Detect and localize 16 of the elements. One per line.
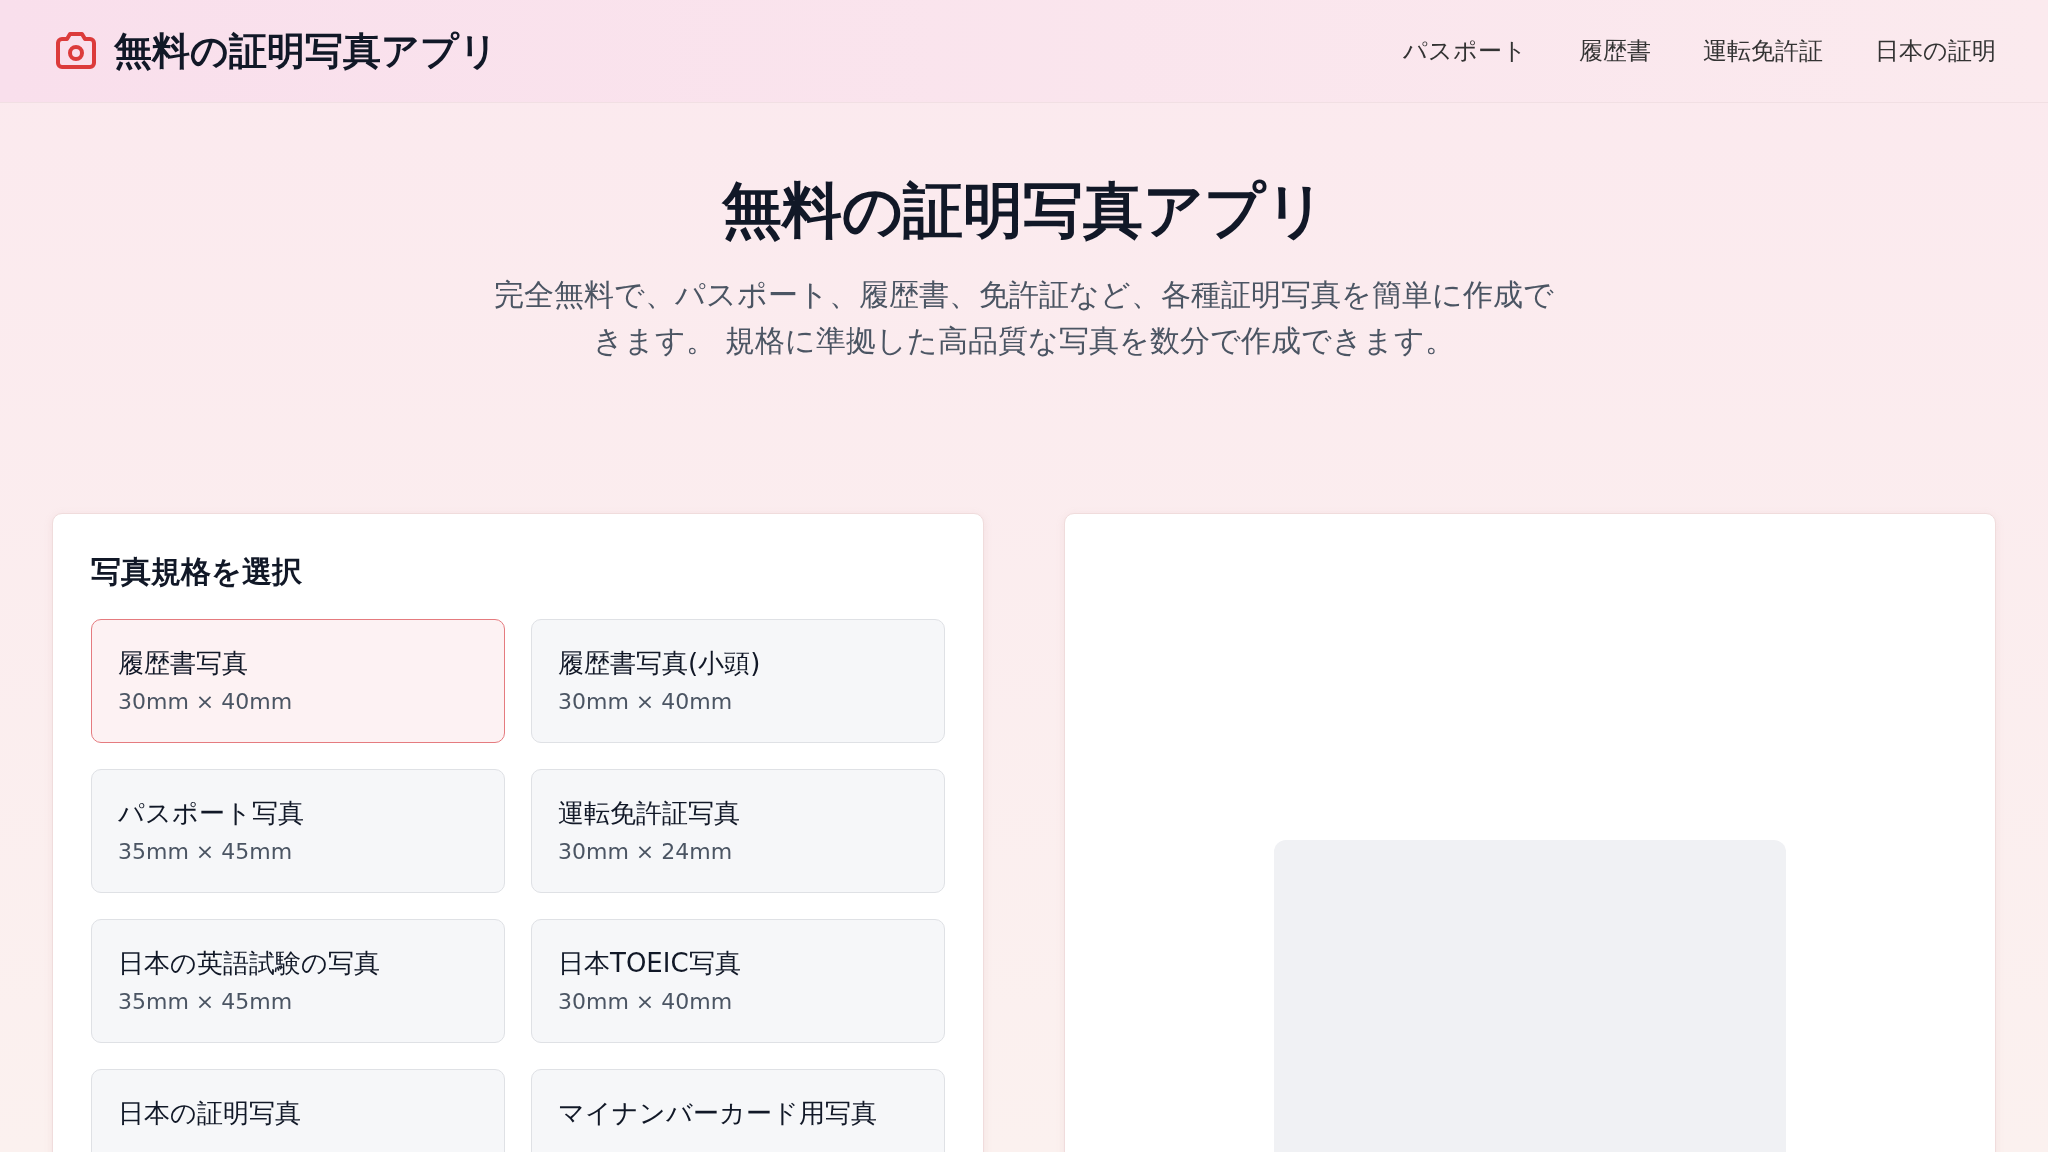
nav-link[interactable]: 履歴書 (1579, 35, 1651, 67)
spec-option[interactable]: 履歴書写真 30mm × 40mm (91, 619, 505, 743)
spec-option[interactable]: パスポート写真 35mm × 45mm (91, 769, 505, 893)
spec-option[interactable]: 履歴書写真(小頭) 30mm × 40mm (531, 619, 945, 743)
app-title: 無料の証明写真アプリ (114, 27, 498, 75)
hero-title: 無料の証明写真アプリ (722, 174, 1326, 247)
nav-link[interactable]: 日本の証明 (1875, 35, 1996, 67)
spec-option[interactable]: 日本TOEIC写真 30mm × 40mm (531, 919, 945, 1043)
spec-option[interactable]: 日本の証明写真 (91, 1069, 505, 1152)
spec-option[interactable]: 運転免許証写真 30mm × 24mm (531, 769, 945, 893)
nav-link[interactable]: 運転免許証 (1703, 35, 1823, 67)
hero-subtitle: 完全無料で、パスポート、履歴書、免許証など、各種証明写真を簡単に作成できます。 規格に準拠した高品質な写真を数分で作成できます。 (493, 276, 1555, 360)
spec-option[interactable]: 日本の英語試験の写真 35mm × 45mm (91, 919, 505, 1043)
spec-option[interactable]: マイナンバーカード用写真 (531, 1069, 945, 1152)
nav-link[interactable]: パスポート (1403, 35, 1527, 67)
panel-title: 写真規格を選択 (91, 553, 303, 591)
